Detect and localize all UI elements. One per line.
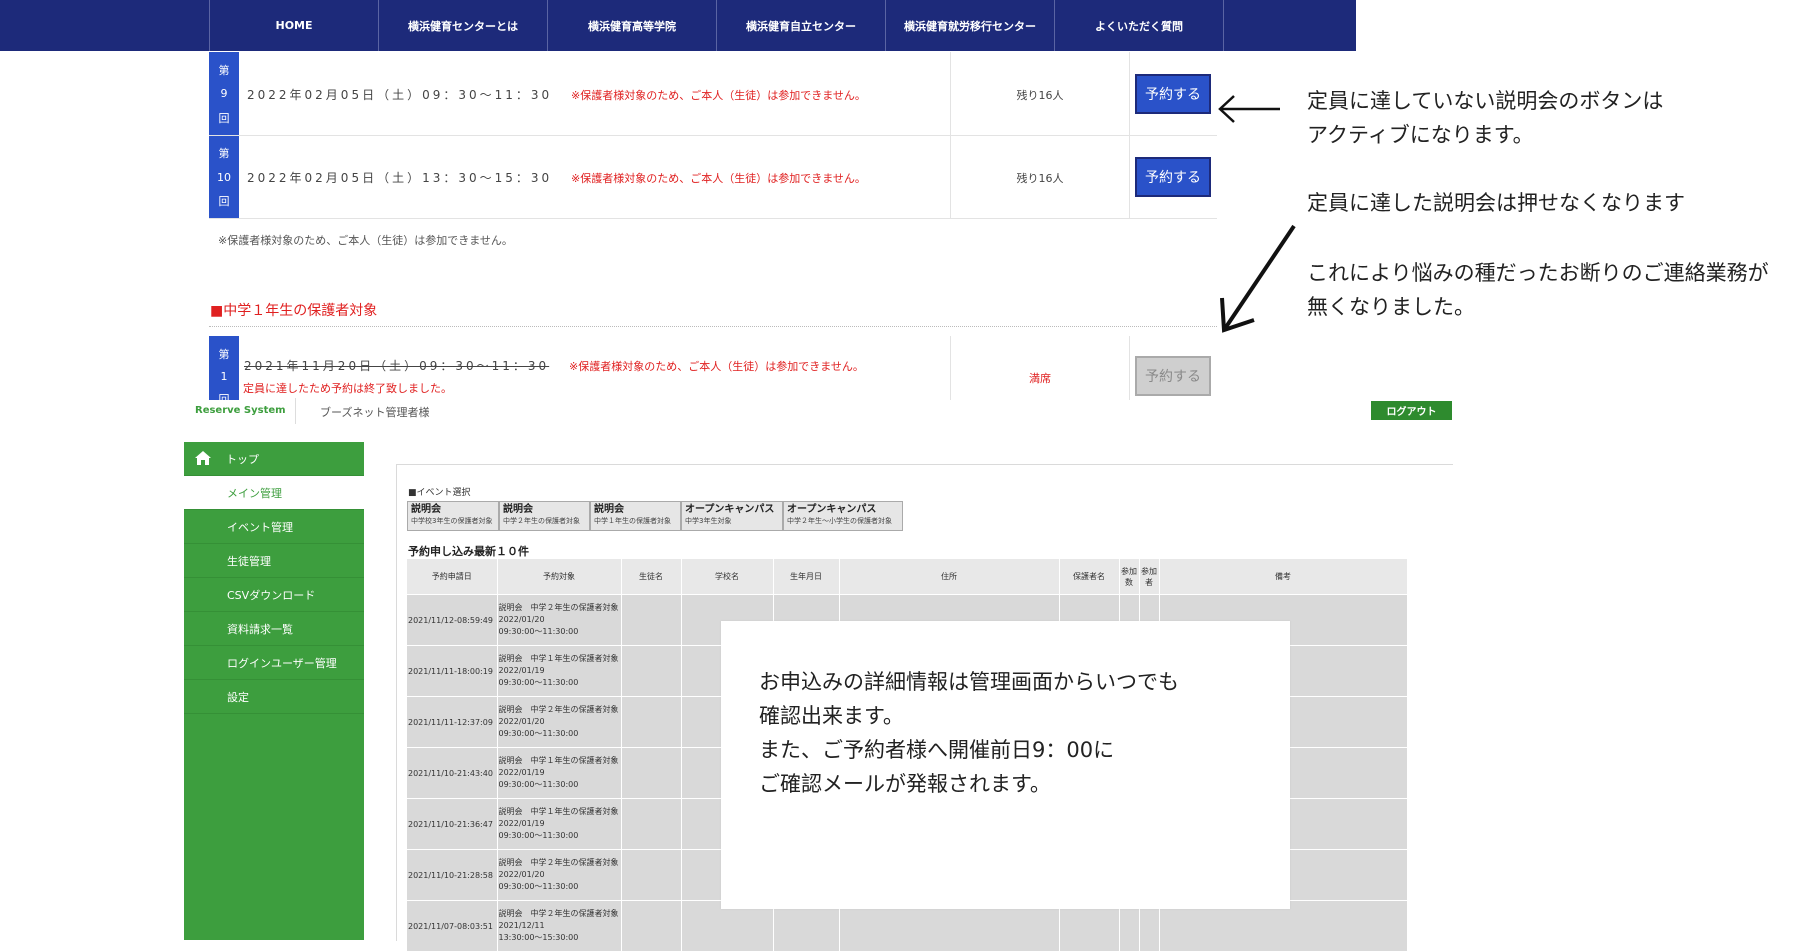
home-icon [194, 450, 212, 466]
column-header: 学校名 [681, 559, 773, 595]
reserve-button[interactable]: 予約する [1135, 74, 1211, 114]
annotation-active-line2: アクティブになります。 [1307, 118, 1534, 152]
session-number-badge: 第 10 回 [209, 136, 239, 218]
footnote: ※保護者様対象のため、ご本人（生徒）は参加できません。 [218, 232, 513, 248]
sidebar-item-main[interactable]: メイン管理 [184, 476, 364, 510]
annotation-result-line2: 無くなりました。 [1307, 290, 1475, 324]
annotation-admin-line4: ご確認メールが発報されます。 [759, 767, 1051, 801]
remaining-seats: 残り16人 [995, 170, 1085, 186]
sidebar-item-students[interactable]: 生徒管理 [184, 544, 364, 578]
session-row: 第 10 回 2022年02月05日（土）13：30〜15：30 ※保護者様対象… [209, 136, 1217, 219]
session-note: ※保護者様対象のため、ご本人（生徒）は参加できません。 [571, 87, 866, 103]
section-divider [209, 326, 1217, 327]
annotation-admin-line3: また、ご予約者様へ開催前日9：00に [759, 733, 1114, 767]
column-header: 生年月日 [773, 559, 839, 595]
annotation-active-line1: 定員に達していない説明会のボタンは [1307, 84, 1663, 118]
recent-reservations-title: 予約申し込み最新１０件 [408, 543, 529, 559]
reserve-button-disabled: 予約する [1135, 356, 1211, 396]
logout-button[interactable]: ログアウト [1371, 401, 1452, 420]
event-button[interactable]: 説明会 中学１年生の保護者対象 [590, 501, 681, 531]
section-title: ■中学１年生の保護者対象 [210, 300, 377, 320]
nav-high-school[interactable]: 横浜健育高等学院 [547, 0, 716, 51]
column-header: 住所 [839, 559, 1059, 595]
logged-in-user: ブーズネット管理者様 [320, 404, 429, 420]
column-header: 生徒名 [621, 559, 681, 595]
full-status: 満席 [995, 370, 1085, 386]
closed-note: 定員に達したため予約は終了致しました。 [243, 380, 452, 396]
annotation-admin-line1: お申込みの詳細情報は管理画面からいつでも [759, 665, 1179, 699]
sidebar-item-top[interactable]: トップ [184, 442, 364, 476]
session-date-struck: 2021年11月20日（土）09：30〜11：30 [244, 357, 549, 374]
left-arrow-icon [1210, 88, 1286, 136]
brand-logo: Reserve System [195, 405, 286, 416]
session-row: 第 9 回 2022年02月05日（土）09：30〜11：30 ※保護者様対象の… [209, 52, 1217, 136]
full-session-row: 第 1 回 2021年11月20日（土）09：30〜11：30 定員に達したため… [209, 336, 1217, 400]
nav-faq[interactable]: よくいただく質問 [1054, 0, 1224, 51]
remaining-seats: 残り16人 [995, 87, 1085, 103]
sidebar-item-documents[interactable]: 資料請求一覧 [184, 612, 364, 646]
sidebar-item-settings[interactable]: 設定 [184, 680, 364, 714]
event-button[interactable]: 説明会 中学校3年生の保護者対象 [407, 501, 499, 531]
session-number-badge: 第 1 回 [209, 336, 239, 400]
top-navigation: HOME 横浜健育センターとは 横浜健育高等学院 横浜健育自立センター 横浜健育… [0, 0, 1356, 51]
event-button[interactable]: オープンキャンパス 中学２年生〜小学生の保護者対象 [783, 501, 903, 531]
sidebar-item-events[interactable]: イベント管理 [184, 510, 364, 544]
session-date: 2022年02月05日（土）13：30〜15：30 [247, 169, 552, 186]
column-header: 参加者 [1139, 559, 1159, 595]
admin-sidebar: トップ メイン管理 イベント管理 生徒管理 CSVダウンロード 資料請求一覧 ロ… [184, 442, 364, 940]
session-date: 2022年02月05日（土）09：30〜11：30 [247, 86, 552, 103]
session-number-badge: 第 9 回 [209, 52, 239, 135]
down-left-arrow-icon [1210, 220, 1310, 340]
event-button[interactable]: オープンキャンパス 中学3年生対象 [681, 501, 783, 531]
nav-independence-center[interactable]: 横浜健育自立センター [716, 0, 885, 51]
nav-about[interactable]: 横浜健育センターとは [378, 0, 547, 51]
event-button[interactable]: 説明会 中学２年生の保護者対象 [499, 501, 590, 531]
sidebar-item-csv[interactable]: CSVダウンロード [184, 578, 364, 612]
nav-home[interactable]: HOME [209, 0, 378, 51]
event-select-label: ■イベント選択 [408, 485, 471, 498]
column-header: 予約申請日 [407, 559, 497, 595]
annotation-admin-line2: 確認出来ます。 [759, 699, 904, 733]
session-note: ※保護者様対象のため、ご本人（生徒）は参加できません。 [569, 358, 864, 374]
column-header: 予約対象 [497, 559, 621, 595]
nav-employment-center[interactable]: 横浜健育就労移行センター [885, 0, 1054, 51]
column-header: 保護者名 [1059, 559, 1119, 595]
admin-header: Reserve System ブーズネット管理者様 ログアウト [184, 398, 1452, 424]
annotation-disabled: 定員に達した説明会は押せなくなります [1307, 186, 1685, 220]
column-header: 備考 [1159, 559, 1407, 595]
annotation-overlay-box: お申込みの詳細情報は管理画面からいつでも 確認出来ます。 また、ご予約者様へ開催… [721, 621, 1290, 909]
annotation-result-line1: これにより悩みの種だったお断りのご連絡業務が [1307, 256, 1769, 290]
table-header-row: 予約申請日 予約対象 生徒名 学校名 生年月日 住所 保護者名 参加数 参加者 … [407, 559, 1407, 595]
column-header: 参加数 [1119, 559, 1139, 595]
session-note: ※保護者様対象のため、ご本人（生徒）は参加できません。 [571, 170, 866, 186]
sidebar-item-users[interactable]: ログインユーザー管理 [184, 646, 364, 680]
reserve-button[interactable]: 予約する [1135, 157, 1211, 197]
